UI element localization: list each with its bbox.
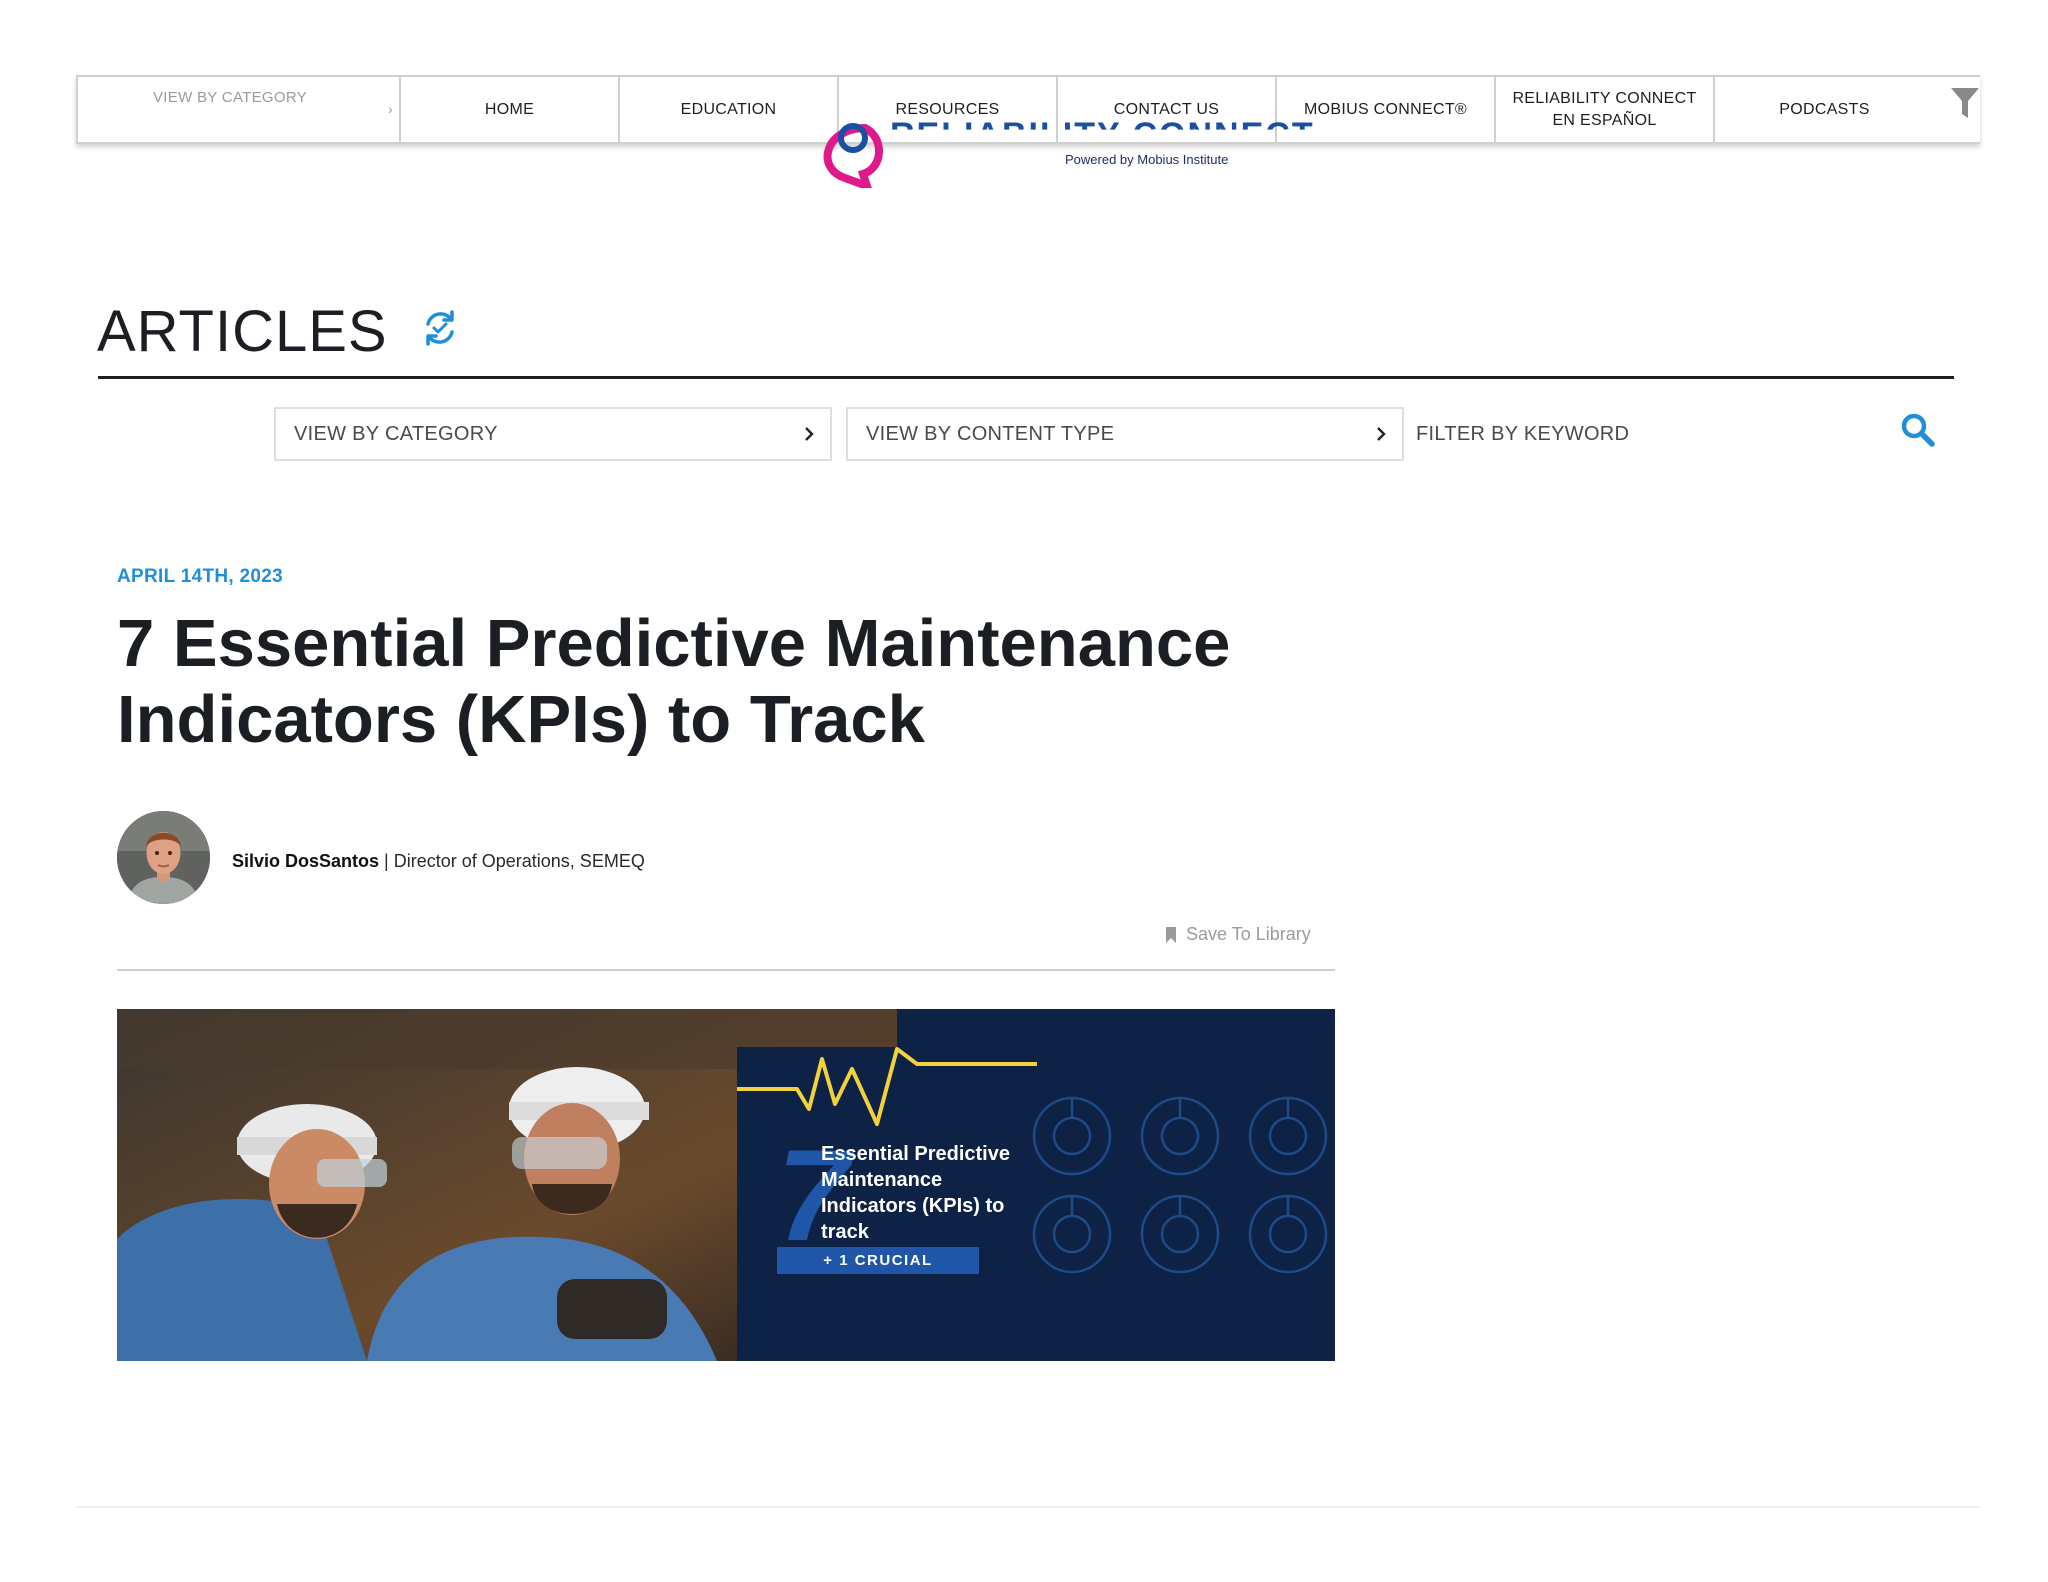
filter-keyword-input[interactable] (1414, 412, 1874, 456)
save-to-library-label: Save To Library (1186, 924, 1311, 944)
author-name[interactable]: Silvio DosSantos (232, 851, 379, 871)
hero-badge: + 1 CRUCIAL (777, 1247, 979, 1274)
nav-view-by-category[interactable]: VIEW BY CATEGORY › (76, 77, 401, 142)
article-date: APRIL 14TH, 2023 (117, 566, 284, 587)
hero-illustration (117, 1009, 1335, 1361)
nav-item-podcasts[interactable]: PODCASTS (1715, 77, 1934, 142)
chevron-right-icon (1377, 427, 1386, 441)
article-divider (117, 969, 1335, 971)
save-to-library-button[interactable]: Save To Library (1164, 924, 1311, 945)
nav-item-mobius-connect[interactable]: MOBIUS CONNECT® (1277, 77, 1496, 142)
article-hero-image: 7 Essential Predictive Maintenance Indic… (117, 1009, 1335, 1361)
author-avatar[interactable] (117, 811, 210, 904)
chevron-right-icon (805, 427, 814, 441)
bookmark-icon (1166, 926, 1176, 943)
page-title: ARTICLES (97, 299, 388, 364)
nav-view-by-category-label: VIEW BY CATEGORY (153, 89, 308, 106)
article-title: 7 Essential Predictive Maintenance Indic… (117, 606, 1231, 757)
refresh-icon[interactable] (420, 308, 460, 348)
hero-headline: Essential Predictive Maintenance Indicat… (821, 1143, 1010, 1243)
view-by-category-label: VIEW BY CATEGORY (294, 423, 498, 445)
author-role: Director of Operations, SEMEQ (393, 851, 645, 871)
view-by-category-dropdown[interactable]: VIEW BY CATEGORY (274, 407, 832, 461)
view-by-content-type-label: VIEW BY CONTENT TYPE (866, 423, 1115, 445)
logo-tagline: Powered by Mobius Institute (1065, 152, 1229, 167)
view-by-content-type-dropdown[interactable]: VIEW BY CONTENT TYPE (846, 407, 1404, 461)
footer-divider (76, 1506, 1980, 1508)
nav-item-reliability-connect-espanol[interactable]: RELIABILITY CONNECT EN ESPAÑOL (1496, 77, 1715, 142)
chevron-right-icon: › (388, 101, 393, 117)
author-photo (117, 811, 210, 904)
nav-item-home[interactable]: HOME (401, 77, 620, 142)
author-separator: | (379, 851, 394, 871)
author-byline: Silvio DosSantos | Director of Operation… (232, 851, 645, 872)
section-divider (98, 376, 1954, 379)
filter-funnel-icon[interactable] (1950, 86, 1980, 120)
search-icon[interactable] (1900, 412, 1936, 448)
